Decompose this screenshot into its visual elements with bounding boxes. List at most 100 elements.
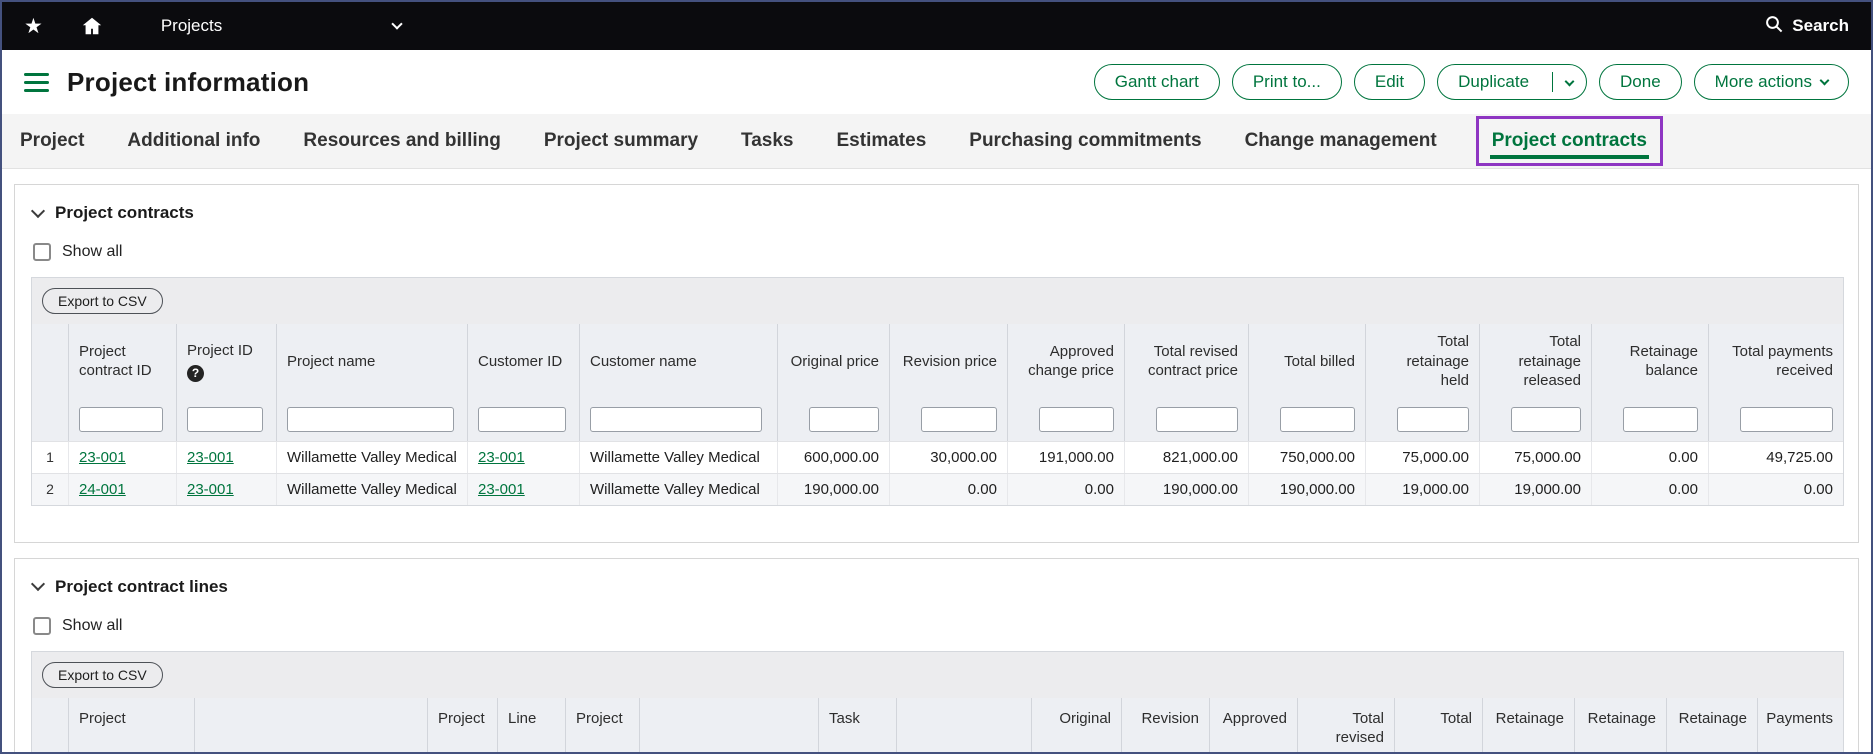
column-header-label: Revision price [903,352,997,372]
tab-project-summary[interactable]: Project summary [540,114,702,168]
table-row: 224-00123-001Willamette Valley Medical23… [32,473,1843,505]
cell-link[interactable]: 23-001 [478,449,525,466]
column-header-label: Project [576,709,623,729]
column-header[interactable]: Original [1031,698,1121,754]
export-csv-button[interactable]: Export to CSV [42,288,163,314]
cell-value: Willamette Valley Medical [276,474,467,505]
edit-button[interactable]: Edit [1354,64,1425,100]
column-header-label: Original price [791,352,879,372]
column-header[interactable]: Total [1394,698,1482,754]
column-header[interactable]: Retainage balance [1591,324,1708,399]
column-header[interactable]: Payments [1757,698,1843,754]
column-header[interactable]: Project name [276,324,467,399]
filter-input[interactable] [1039,407,1114,432]
tab-estimates[interactable]: Estimates [833,114,931,168]
column-header[interactable]: Task [818,698,896,754]
tab-additional-info[interactable]: Additional info [123,114,264,168]
column-header[interactable]: Total billed [1248,324,1365,399]
column-header[interactable]: Total retainage released [1479,324,1591,399]
column-header-label: Line [508,709,536,729]
collapse-chevron-icon[interactable] [31,203,45,217]
home-icon[interactable] [81,15,103,37]
column-header[interactable]: Retainage [1574,698,1666,754]
filter-input[interactable] [287,407,454,432]
cell-value: 49,725.00 [1708,442,1843,473]
show-all-checkbox[interactable] [33,243,51,261]
column-header[interactable]: Total revised contract price [1124,324,1248,399]
column-header[interactable]: Project ID? [176,324,276,399]
duplicate-dropdown-button[interactable] [1552,72,1586,92]
filter-input[interactable] [478,407,566,432]
column-header[interactable]: Line [497,698,565,754]
column-header-label: Total retainage held [1376,332,1469,391]
column-header[interactable]: Approved [1209,698,1297,754]
search-button[interactable]: Search [1765,15,1849,38]
column-header-label: Original [1059,709,1111,729]
cell-link[interactable]: 24-001 [79,481,126,498]
chevron-down-icon [1565,77,1575,87]
column-header[interactable] [639,698,818,754]
cell-link[interactable]: 23-001 [187,449,234,466]
tab-label: Estimates [837,130,927,152]
column-header[interactable]: Retainage [1666,698,1757,754]
filter-input[interactable] [590,407,762,432]
filter-input[interactable] [1156,407,1238,432]
cell-value: 190,000.00 [1248,474,1365,505]
column-header[interactable]: Project [565,698,639,754]
column-header[interactable]: Original price [777,324,889,399]
column-header[interactable]: Customer ID [467,324,579,399]
duplicate-button[interactable]: Duplicate [1438,65,1543,99]
filter-input[interactable] [187,407,263,432]
tab-change-management[interactable]: Change management [1241,114,1441,168]
tab-project-contracts[interactable]: Project contracts [1476,116,1663,166]
filter-input[interactable] [1740,407,1833,432]
filter-input[interactable] [1511,407,1581,432]
column-header[interactable]: Total retainage held [1365,324,1479,399]
column-header[interactable] [194,698,427,754]
list-menu-icon[interactable] [24,73,49,92]
filter-input[interactable] [1280,407,1355,432]
more-actions-button[interactable]: More actions [1694,64,1849,100]
filter-input[interactable] [809,407,879,432]
filter-input[interactable] [1397,407,1469,432]
column-header[interactable]: Revision price [889,324,1007,399]
cell-value: 0.00 [1591,474,1708,505]
column-header[interactable]: Retainage [1482,698,1574,754]
column-header[interactable]: Project contract ID [68,324,176,399]
column-header[interactable] [896,698,1031,754]
filter-input[interactable] [1623,407,1698,432]
show-all-row: Show all [33,617,1842,635]
filter-cell [1248,399,1365,441]
gantt-chart-button[interactable]: Gantt chart [1094,64,1220,100]
column-header[interactable]: Total payments received [1708,324,1843,399]
tab-tasks[interactable]: Tasks [737,114,797,168]
column-header[interactable]: Total revised [1297,698,1394,754]
filter-input[interactable] [921,407,997,432]
column-header[interactable]: Project [427,698,497,754]
cell-link[interactable]: 23-001 [79,449,126,466]
column-header[interactable]: Project [68,698,194,754]
favorites-star-icon[interactable]: ★ [24,16,43,37]
collapse-chevron-icon[interactable] [31,577,45,591]
help-icon[interactable]: ? [187,365,204,382]
cell-link[interactable]: 23-001 [478,481,525,498]
search-icon [1765,15,1783,38]
page-title: Project information [67,67,309,98]
column-header-label: Total revised contract price [1135,342,1238,381]
column-header[interactable]: Approved change price [1007,324,1124,399]
column-header-label: Retainage [1496,709,1564,729]
tab-label: Project [20,130,84,152]
filter-input[interactable] [79,407,163,432]
column-header[interactable]: Customer name [579,324,777,399]
tab-project[interactable]: Project [16,114,88,168]
show-all-checkbox[interactable] [33,617,51,635]
print-to-button[interactable]: Print to... [1232,64,1342,100]
export-csv-button[interactable]: Export to CSV [42,662,163,688]
cell-link[interactable]: 23-001 [187,481,234,498]
cell-value: Willamette Valley Medical [579,474,777,505]
projects-nav-dropdown[interactable]: Projects [161,16,401,36]
done-button[interactable]: Done [1599,64,1682,100]
column-header[interactable]: Revision [1121,698,1209,754]
tab-resources-and-billing[interactable]: Resources and billing [299,114,504,168]
tab-purchasing-commitments[interactable]: Purchasing commitments [965,114,1205,168]
